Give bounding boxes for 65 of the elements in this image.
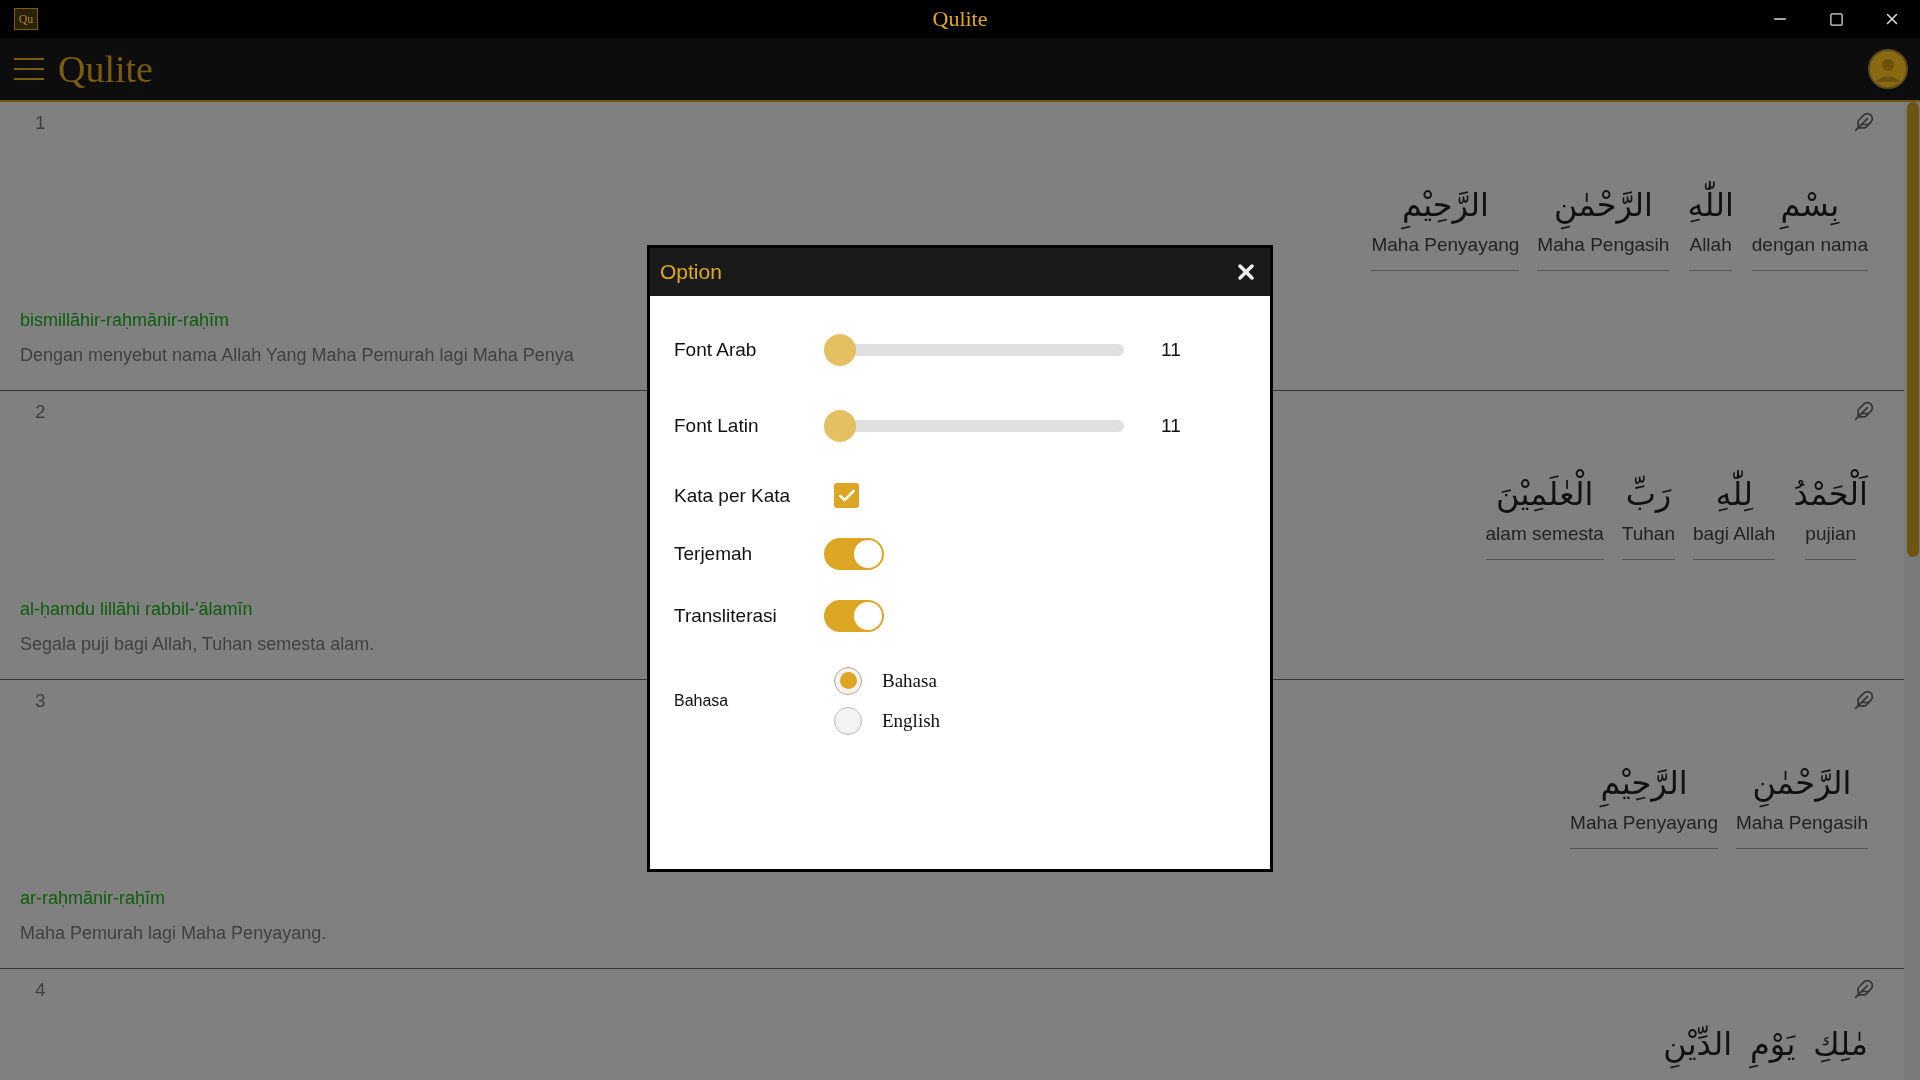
- setting-label: Transliterasi: [674, 604, 778, 627]
- window-title: Qulite: [932, 6, 988, 32]
- setting-label: Font Latin: [674, 414, 760, 437]
- arabic-word: مٰلِكِ: [1813, 1024, 1868, 1065]
- setting-label: Font Arab: [674, 338, 758, 361]
- word-meaning: pujian: [1805, 517, 1857, 560]
- arabic-word: الرَّحِيْمِ: [1600, 760, 1688, 806]
- arabic-word: رَبِّ: [1625, 474, 1672, 515]
- word-meaning: alam semesta: [1485, 517, 1604, 560]
- transliteration: ar-raḥmānir-raḥīm: [20, 888, 166, 909]
- arabic-word: اَلْحَمْدُ: [1793, 471, 1868, 517]
- word-meaning: Maha Penyayang: [1570, 806, 1718, 849]
- transliteration: al-ḥamdu lillāhi rabbil-'ālamīn: [20, 599, 253, 620]
- word-meaning: Maha Pengasih: [1537, 228, 1670, 271]
- verse-number: 4: [35, 979, 46, 1001]
- slider[interactable]: [824, 333, 1124, 366]
- slider-value: 11: [1161, 414, 1181, 437]
- slider-thumb[interactable]: [824, 409, 856, 442]
- arabic-word: الْعٰلَمِيْنَ: [1496, 471, 1594, 517]
- maximize-icon[interactable]: [1828, 11, 1844, 27]
- setting-label: Kata per Kata: [674, 484, 792, 507]
- app-title: Qulite: [58, 47, 153, 91]
- arabic-word: لِلّٰهِ: [1715, 471, 1753, 517]
- slider-value: 11: [1161, 338, 1181, 361]
- transliteration: bismillāhir-raḥmānir-raḥīm: [20, 310, 230, 331]
- radio-button[interactable]: [834, 706, 862, 735]
- toggle-switch[interactable]: [824, 599, 884, 632]
- radio-button[interactable]: [834, 666, 862, 695]
- radio-label[interactable]: Bahasa: [882, 669, 937, 692]
- word-meaning: Tuhan: [1621, 517, 1675, 560]
- arabic-word: الرَّحْمٰنِ: [1752, 760, 1852, 806]
- word-meaning: Allah: [1689, 228, 1732, 271]
- feather-icon[interactable]: [1854, 112, 1874, 132]
- slider-thumb[interactable]: [824, 333, 856, 366]
- word-meaning: Maha Pengasih: [1735, 806, 1868, 849]
- avatar-icon[interactable]: [1868, 49, 1908, 89]
- verse-number: 1: [35, 112, 46, 134]
- setting-label: Bahasa: [674, 691, 730, 710]
- translation: Dengan menyebut nama Allah Yang Maha Pemurah lagi Maha Penya: [20, 345, 574, 366]
- arabic-word: الرَّحْمٰنِ: [1553, 182, 1653, 228]
- setting-label: Terjemah: [674, 542, 754, 565]
- arabic-word: الدِّيْنِ: [1663, 1021, 1733, 1067]
- menu-icon[interactable]: [14, 57, 44, 81]
- verse-number: 3: [35, 690, 46, 712]
- scroll-thumb[interactable]: [1907, 102, 1919, 557]
- arabic-word: اللّٰهِ: [1687, 182, 1734, 228]
- arabic-word: الرَّحِيْمِ: [1401, 182, 1489, 228]
- word-meaning: Maha Penyayang: [1371, 228, 1520, 271]
- arabic-word: بِسْمِ: [1780, 182, 1840, 228]
- app-icon: Qu: [14, 8, 38, 30]
- scrollbar[interactable]: [1904, 102, 1920, 1080]
- word-meaning: dengan nama: [1751, 228, 1868, 271]
- translation: Segala puji bagi Allah, Tuhan semesta alam.: [20, 634, 375, 655]
- feather-icon[interactable]: [1854, 979, 1874, 999]
- arabic-word: يَوْمِ: [1750, 1021, 1796, 1067]
- translation: Maha Pemurah lagi Maha Penyayang.: [20, 923, 327, 944]
- word-meaning: bagi Allah: [1693, 517, 1776, 560]
- verse-number: 2: [35, 401, 46, 423]
- dialog-title: Option: [660, 259, 722, 284]
- feather-icon[interactable]: [1854, 401, 1874, 421]
- toggle-switch[interactable]: [824, 537, 884, 570]
- slider[interactable]: [824, 409, 1124, 442]
- checkbox[interactable]: [834, 483, 859, 508]
- feather-icon[interactable]: [1854, 690, 1874, 710]
- radio-label[interactable]: English: [882, 709, 941, 732]
